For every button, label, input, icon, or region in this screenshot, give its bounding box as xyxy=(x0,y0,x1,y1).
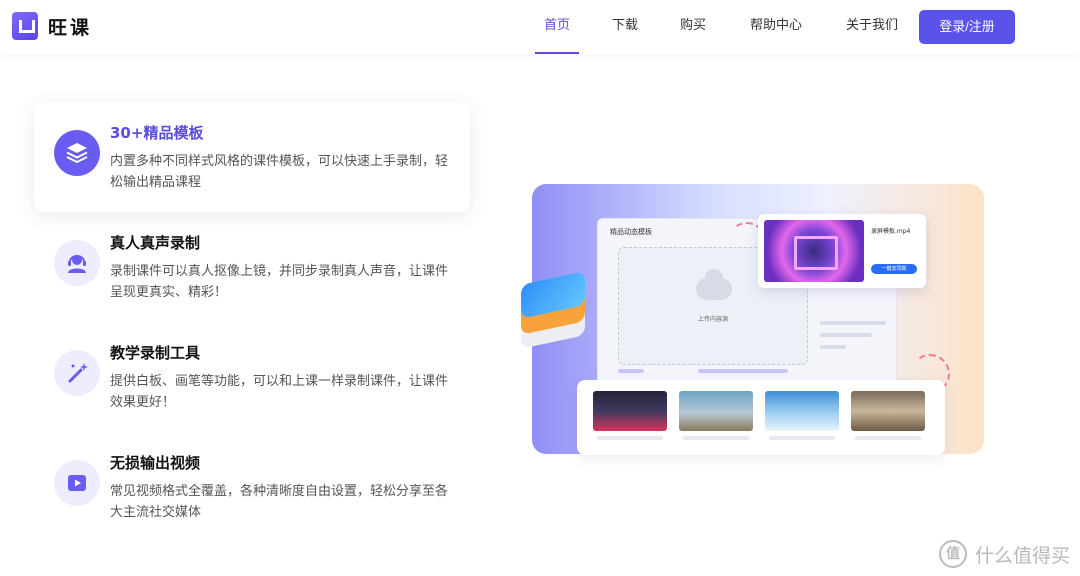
feature-teaching-tools[interactable]: 教学录制工具 提供白板、画笔等功能，可以和上课一样录制课件，让课件效果更好！ xyxy=(34,322,470,432)
upload-label: 上传内容源 xyxy=(697,316,728,323)
feature-title: 无损输出视频 xyxy=(110,454,201,472)
hero-illustration: 精品动态模板 上传内容源 录屏模板.mp4 一键去同款 xyxy=(515,184,985,459)
brand-logo-icon xyxy=(12,12,38,40)
placeholder-line xyxy=(618,369,644,373)
video-filename: 录屏模板.mp4 xyxy=(871,228,911,235)
login-register-button[interactable]: 登录/注册 xyxy=(919,10,1015,44)
cloud-upload-icon xyxy=(696,269,732,300)
feature-title: 30+精品模板 xyxy=(110,124,204,142)
nav-help-center[interactable]: 帮助中心 xyxy=(742,0,810,54)
template-thumbnail xyxy=(679,391,753,431)
headset-person-icon xyxy=(54,240,100,286)
feature-title: 真人真声录制 xyxy=(110,234,201,252)
video-play-icon xyxy=(54,460,100,506)
thumbnail-caption-placeholder xyxy=(769,436,835,440)
template-thumbnail xyxy=(851,391,925,431)
video-preview-card: 录屏模板.mp4 一键去同款 xyxy=(758,214,926,288)
use-template-button: 一键去同款 xyxy=(871,264,917,274)
nav-purchase[interactable]: 购买 xyxy=(672,0,714,54)
top-navbar: 旺课 首页 下载 购买 帮助中心 关于我们 登录/注册 xyxy=(0,0,1080,54)
watermark-logo-icon: 值 xyxy=(938,540,967,568)
placeholder-line xyxy=(820,321,886,325)
template-thumbnail xyxy=(593,391,667,431)
logo[interactable]: 旺课 xyxy=(12,12,92,40)
nav-about-us[interactable]: 关于我们 xyxy=(838,0,906,54)
placeholder-line xyxy=(820,333,872,337)
thumbnail-caption-placeholder xyxy=(597,436,663,440)
thumbnail-caption-placeholder xyxy=(855,436,921,440)
layers-icon xyxy=(54,130,100,176)
placeholder-line xyxy=(698,369,788,373)
brand-name: 旺课 xyxy=(48,16,93,39)
nav-home[interactable]: 首页 xyxy=(535,0,579,54)
template-thumbnail xyxy=(765,391,839,431)
magic-wand-icon xyxy=(54,350,100,396)
feature-description: 内置多种不同样式风格的课件模板，可以快速上手录制，轻松输出精品课程 xyxy=(110,154,449,190)
template-thumbnail-strip xyxy=(577,380,945,455)
feature-lossless-export[interactable]: 无损输出视频 常见视频格式全覆盖，各种清晰度自由设置，轻松分享至各大主流社交媒体 xyxy=(34,432,470,542)
feature-title: 教学录制工具 xyxy=(110,344,201,362)
stacked-layers-icon xyxy=(517,271,589,349)
watermark-text: 什么值得买 xyxy=(974,544,1070,567)
video-thumbnail xyxy=(764,220,864,282)
feature-description: 常见视频格式全覆盖，各种清晰度自由设置，轻松分享至各大主流社交媒体 xyxy=(110,484,449,520)
nav-download[interactable]: 下载 xyxy=(604,0,646,54)
feature-templates[interactable]: 30+精品模板 内置多种不同样式风格的课件模板，可以快速上手录制，轻松输出精品课… xyxy=(34,102,470,212)
feature-real-person-recording[interactable]: 真人真声录制 录制课件可以真人抠像上镜，并同步录制真人声音，让课件呈现更真实、精… xyxy=(34,212,470,322)
feature-description: 录制课件可以真人抠像上镜，并同步录制真人声音，让课件呈现更真实、精彩！ xyxy=(110,264,449,300)
feature-description: 提供白板、画笔等功能，可以和上课一样录制课件，让课件效果更好！ xyxy=(110,374,449,410)
panel-title: 精品动态模板 xyxy=(610,228,652,236)
thumbnail-caption-placeholder xyxy=(683,436,749,440)
placeholder-line xyxy=(820,345,846,349)
watermark: 值 什么值得买 xyxy=(938,540,1070,568)
